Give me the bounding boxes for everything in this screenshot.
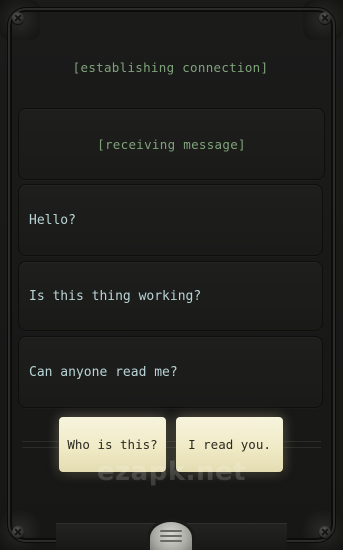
app-frame: [establishing connection] [receiving mes… xyxy=(0,0,343,550)
menu-handle-icon[interactable] xyxy=(150,522,192,550)
menu-line xyxy=(160,535,182,537)
message-text: Hello? xyxy=(29,212,76,228)
choice-button-who-is-this[interactable]: Who is this? xyxy=(59,417,166,472)
message-text: Can anyone read me? xyxy=(29,364,178,380)
choice-button-i-read-you[interactable]: I read you. xyxy=(176,417,283,472)
system-message: [establishing connection] xyxy=(18,30,323,104)
screw-icon xyxy=(12,12,24,24)
message-text: [receiving message] xyxy=(97,136,246,152)
menu-line xyxy=(160,540,182,542)
message-text: [establishing connection] xyxy=(72,59,269,75)
message-text: Is this thing working? xyxy=(29,288,202,304)
incoming-message: Is this thing working? xyxy=(18,261,323,331)
screw-icon xyxy=(319,526,331,538)
system-message: [receiving message] xyxy=(18,108,325,180)
incoming-message: Hello? xyxy=(18,184,323,256)
screw-icon xyxy=(319,12,331,24)
menu-line xyxy=(160,530,182,532)
incoming-message: Can anyone read me? xyxy=(18,336,323,408)
screw-icon xyxy=(12,526,24,538)
